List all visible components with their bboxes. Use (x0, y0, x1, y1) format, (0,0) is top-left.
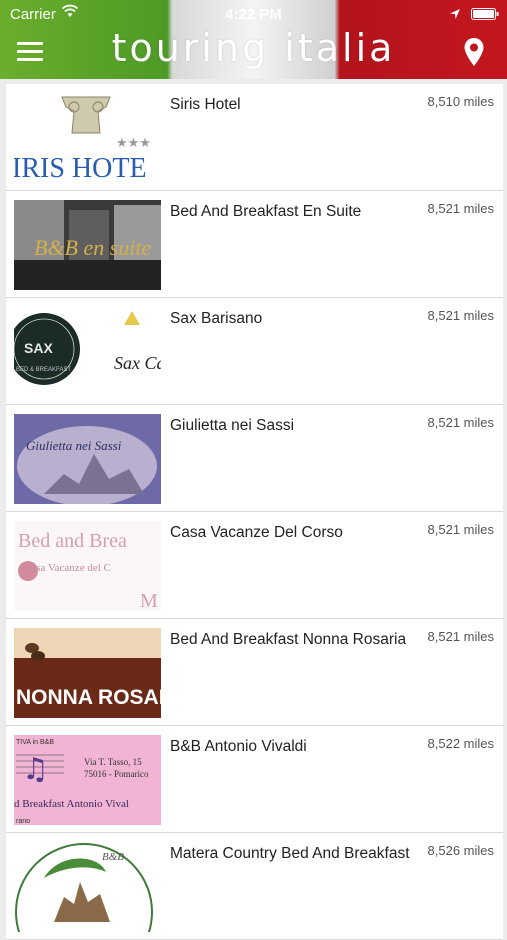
status-time: 4:22 PM (225, 6, 282, 23)
list-item[interactable]: ★★★ IRIS HOTE Siris Hotel 8,510 miles (6, 84, 503, 191)
item-distance: 8,526 miles (427, 843, 494, 858)
list-item[interactable]: Bed and Brea Casa Vacanze del C M Casa V… (6, 512, 503, 619)
sax-sub-text: BED & BREAKFAST (16, 367, 71, 373)
casa-vacanze-thumbnail: Bed and Brea Casa Vacanze del C M (14, 521, 161, 611)
item-distance: 8,521 miles (427, 415, 494, 430)
map-pin-icon[interactable] (463, 37, 485, 67)
bb-en-suite-logo-text: B&B en suite (34, 235, 152, 260)
casa-logo-text-1: Bed and Brea (18, 530, 127, 552)
nonna-rosaria-thumbnail: NONNA ROSAR (14, 628, 161, 718)
bb-en-suite-thumbnail: B&B en suite (14, 200, 161, 290)
item-name: Bed And Breakfast Nonna Rosaria (170, 631, 407, 648)
svg-text:♫: ♫ (22, 752, 49, 787)
item-name: Sax Barisano (170, 310, 263, 327)
vivaldi-text-3: 75016 - Pomarico (84, 769, 149, 779)
item-distance: 8,522 miles (427, 736, 494, 751)
matera-country-thumbnail: B&B (14, 842, 161, 932)
battery-icon (471, 8, 499, 20)
vivaldi-text-4: d Breakfast Antonio Vival (14, 798, 129, 810)
item-distance: 8,521 miles (427, 522, 494, 537)
giulietta-logo-text: Giulietta nei Sassi (26, 438, 122, 453)
accommodation-list: ★★★ IRIS HOTE Siris Hotel 8,510 miles B&… (6, 84, 503, 940)
sax-barisano-thumbnail: SAX BED & BREAKFAST Sax Cafè (14, 307, 161, 397)
list-item[interactable]: NONNA ROSAR Bed And Breakfast Nonna Rosa… (6, 619, 503, 726)
vivaldi-text-5: rano (16, 818, 30, 825)
item-name: B&B Antonio Vivaldi (170, 738, 307, 755)
app-title: TOURING ITALIA (111, 26, 396, 70)
app-header: Carrier 4:22 PM TOURING ITALIA (0, 0, 507, 79)
item-name: Siris Hotel (170, 96, 241, 113)
item-distance: 8,521 miles (427, 201, 494, 216)
list-item[interactable]: Giulietta nei Sassi Giulietta nei Sassi … (6, 405, 503, 512)
vivaldi-text-2: Via T. Tasso, 15 (84, 757, 142, 767)
siris-logo-text: IRIS HOTE (14, 153, 147, 183)
sax-logo-text: SAX (24, 340, 53, 356)
list-item[interactable]: TIVA in B&B ♫ Via T. Tasso, 15 75016 - P… (6, 726, 503, 833)
sax-cafe-text: Sax Cafè (114, 353, 161, 373)
item-distance: 8,521 miles (427, 308, 494, 323)
item-distance: 8,521 miles (427, 629, 494, 644)
item-name: Giulietta nei Sassi (170, 417, 295, 434)
status-bar: Carrier 4:22 PM (0, 0, 507, 28)
matera-logo-text: B&B (102, 851, 124, 863)
location-arrow-icon (450, 9, 460, 19)
vivaldi-text-1: TIVA in B&B (16, 739, 54, 746)
item-distance: 8,510 miles (427, 94, 494, 109)
item-name: Matera Country Bed And Breakfast (170, 845, 410, 862)
list-item[interactable]: SAX BED & BREAKFAST Sax Cafè Sax Barisan… (6, 298, 503, 405)
item-name: Bed And Breakfast En Suite (170, 203, 362, 220)
siris-hotel-thumbnail: ★★★ IRIS HOTE (14, 93, 161, 183)
svg-text:★★★: ★★★ (116, 136, 151, 151)
antonio-vivaldi-thumbnail: TIVA in B&B ♫ Via T. Tasso, 15 75016 - P… (14, 735, 161, 825)
giulietta-thumbnail: Giulietta nei Sassi (14, 414, 161, 504)
casa-logo-text-3: M (140, 590, 158, 611)
list-item[interactable]: B&B en suite Bed And Breakfast En Suite … (6, 191, 503, 298)
item-name: Casa Vacanze Del Corso (170, 524, 343, 541)
list-item[interactable]: B&B Matera Country Bed And Breakfast 8,5… (6, 833, 503, 940)
nonna-logo-text: NONNA ROSAR (16, 686, 161, 709)
